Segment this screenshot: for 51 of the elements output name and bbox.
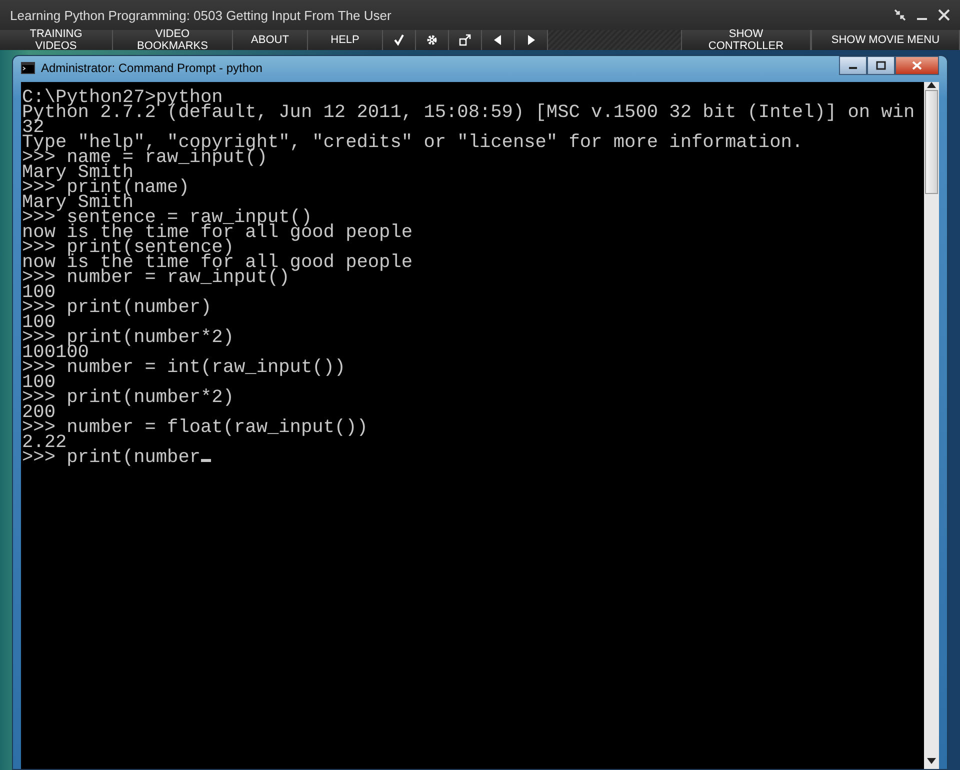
console-line: >>> name = raw_input() — [22, 150, 268, 165]
console-line: Python 2.7.2 (default, Jun 12 2011, 15:08:59) [MSC v.1500 32 bit (Intel)] on win — [22, 105, 916, 120]
console-line: >>> print(name) — [22, 180, 190, 195]
console-line: 200 — [22, 405, 56, 420]
gear-icon[interactable] — [426, 34, 438, 46]
console-line: 100 — [22, 375, 56, 390]
console-line: Mary Smith — [22, 195, 134, 210]
menu-button[interactable]: ABOUT — [233, 30, 308, 50]
console-line: Mary Smith — [22, 165, 134, 180]
next-icon[interactable] — [525, 34, 537, 46]
maximize-button[interactable] — [867, 56, 895, 75]
menu-button[interactable]: SHOW MOVIE MENU — [811, 30, 960, 50]
maximize-icon — [876, 61, 886, 70]
console-line: C:\Python27>python — [22, 90, 223, 105]
console-line: >>> sentence = raw_input() — [22, 210, 312, 225]
console-line: 100 — [22, 315, 56, 330]
app-title: Learning Python Programming: 0503 Getting Input From The User — [10, 8, 392, 22]
console-line: >>> print(number) — [22, 300, 213, 315]
menu-button[interactable]: VIDEO BOOKMARKS — [113, 30, 233, 50]
scrollbar[interactable] — [924, 82, 939, 769]
console-line: 32 — [22, 120, 44, 135]
scroll-down-icon[interactable] — [927, 758, 936, 764]
console-line: >>> print(sentence) — [22, 240, 236, 255]
menu-button[interactable]: SHOW CONTROLLER — [681, 30, 811, 50]
close-icon[interactable] — [938, 9, 950, 21]
text-cursor — [200, 459, 211, 462]
console-line: now is the time for all good people — [22, 255, 414, 270]
console-line: 2.22 — [22, 435, 68, 450]
console-line: now is the time for all good people — [22, 225, 414, 240]
console-line: >>> print(number — [22, 450, 201, 465]
console-line: >>> number = float(raw_input()) — [22, 420, 369, 435]
shrink-icon[interactable] — [894, 9, 906, 21]
close-button[interactable] — [895, 56, 939, 75]
previous-icon[interactable] — [492, 34, 504, 46]
console-line: >>> number = raw_input() — [22, 270, 291, 285]
scroll-up-icon[interactable] — [927, 82, 936, 88]
console-line: >>> number = int(raw_input()) — [22, 360, 347, 375]
check-icon[interactable] — [393, 34, 405, 46]
expand-icon[interactable] — [459, 34, 471, 46]
close-icon — [912, 61, 922, 70]
menu-button[interactable]: HELP — [308, 30, 383, 50]
window-title: Administrator: Command Prompt - python — [41, 61, 264, 75]
menu-button[interactable]: TRAINING VIDEOS — [0, 30, 113, 50]
console-line: >>> print(number*2) — [22, 390, 236, 405]
console-line: 100 — [22, 285, 56, 300]
console-line: >>> print(number*2) — [22, 330, 236, 345]
console-icon — [21, 62, 35, 74]
scroll-thumb[interactable] — [925, 90, 938, 194]
console-line: Type "help", "copyright", "credits" or "license" for more information. — [22, 135, 804, 150]
minimize-button[interactable] — [839, 56, 867, 75]
console-line: 100100 — [22, 345, 89, 360]
